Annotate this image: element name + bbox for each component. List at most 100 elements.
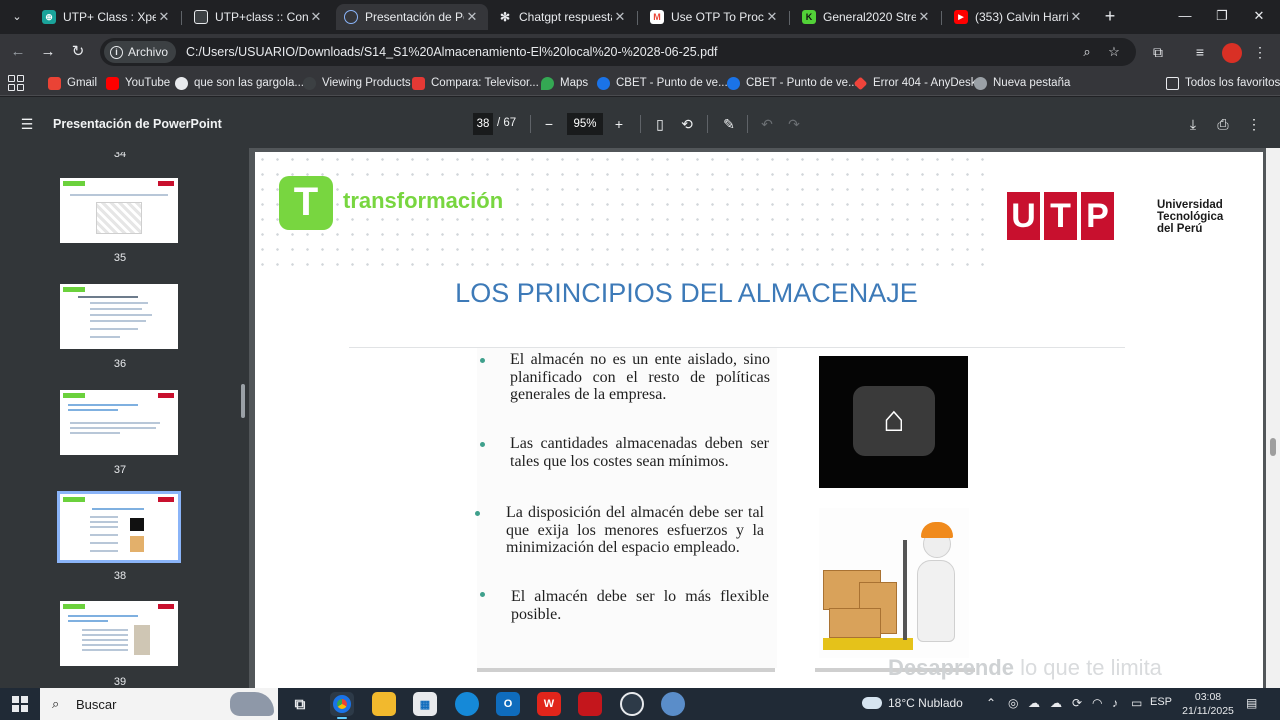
bookmark-gmail[interactable]: Gmail <box>48 75 97 91</box>
close-icon[interactable]: ✕ <box>1068 9 1084 25</box>
tab-gmail-otp[interactable]: M Use OTP To Proceed ✕ <box>642 4 788 30</box>
thumbnail-page-37[interactable] <box>60 390 178 455</box>
tab-general2020[interactable]: K General2020 Stream ✕ <box>794 4 940 30</box>
tray-app-icon[interactable]: ◎ <box>1008 696 1018 710</box>
media-control-icon[interactable]: ≡ <box>1190 42 1210 62</box>
tab-youtube-calvin[interactable]: ▶ (353) Calvin Harris - ✕ <box>946 4 1092 30</box>
tab-utp-contenido[interactable]: UTP+class :: Conteni ✕ <box>186 4 332 30</box>
notifications-icon[interactable]: ▤ <box>1246 696 1257 710</box>
tray-sync-icon[interactable]: ⟳ <box>1072 696 1082 710</box>
tray-chevron-icon[interactable]: ⌃ <box>986 696 996 710</box>
wps-icon[interactable]: W <box>537 692 561 716</box>
forward-button[interactable]: → <box>38 42 58 62</box>
system-clock[interactable]: 03:08 21/11/2025 <box>1176 690 1240 718</box>
bingo-game-icon[interactable] <box>578 692 602 716</box>
youtube-icon: ▶ <box>954 10 968 24</box>
bookmark-label: Todos los favoritos <box>1185 77 1280 89</box>
tab-favicon-icon: ⊕ <box>42 10 56 24</box>
print-icon[interactable]: ⎙ <box>1213 114 1233 134</box>
globe-icon <box>303 76 316 90</box>
download-icon[interactable]: ⤓ <box>1183 114 1203 134</box>
close-icon[interactable]: ✕ <box>156 9 172 25</box>
page-total: / 67 <box>497 117 517 129</box>
language-indicator[interactable]: ESP <box>1150 696 1172 708</box>
bookmark-nueva-pestana[interactable]: Nueva pestaña <box>974 75 1070 91</box>
file-explorer-icon[interactable] <box>372 692 396 716</box>
bookmark-gargolas[interactable]: que son las gargola... <box>175 75 304 91</box>
tab-utp-class[interactable]: ⊕ UTP+ Class : Xpeditio ✕ <box>34 4 180 30</box>
clock-time: 03:08 <box>1194 691 1222 703</box>
page-number-label: 36 <box>113 358 127 370</box>
taskbar-search[interactable]: ⌕ Buscar <box>40 688 278 720</box>
obs-icon[interactable] <box>620 692 644 716</box>
fit-page-icon[interactable]: ▯ <box>650 114 670 134</box>
onedrive-icon[interactable]: ☁ <box>1028 696 1040 710</box>
windows-start-icon[interactable] <box>12 696 28 712</box>
bookmark-label: Maps <box>560 77 589 89</box>
chrome-menu-icon[interactable]: ⋮ <box>1250 42 1270 62</box>
rotate-icon[interactable]: ⟲ <box>677 114 697 134</box>
close-icon[interactable]: ✕ <box>308 9 324 25</box>
edge-icon <box>597 76 610 90</box>
close-icon[interactable]: ✕ <box>916 9 932 25</box>
zoom-icon[interactable]: ⌕ <box>1078 43 1096 61</box>
address-bar[interactable]: i Archivo C:/Users/USUARIO/Downloads/S14… <box>100 38 1136 66</box>
extensions-icon[interactable]: ⧉ <box>1148 42 1168 62</box>
sidebar-menu-icon[interactable]: ☰ <box>17 114 37 134</box>
task-view-icon[interactable]: ⧉ <box>288 692 312 716</box>
new-tab-button[interactable]: + <box>1100 6 1120 26</box>
tab-chatgpt[interactable]: ✻ Chatgpt respuesta a ✕ <box>490 4 636 30</box>
store-icon[interactable]: ▦ <box>413 692 437 716</box>
edge-icon[interactable] <box>455 692 479 716</box>
sidebar-scrollbar[interactable] <box>237 148 249 688</box>
bookmark-cbet-2[interactable]: CBET - Punto de ve... <box>727 75 858 91</box>
apps-grid-icon[interactable] <box>8 75 24 91</box>
zoom-input[interactable]: 95% <box>567 113 603 135</box>
zoom-in-icon[interactable]: + <box>609 114 629 134</box>
outlook-icon[interactable]: O <box>496 692 520 716</box>
kick-icon: K <box>802 10 816 24</box>
bookmark-star-icon[interactable]: ☆ <box>1105 43 1123 61</box>
pdf-viewer: T transformación UTP Universidad Tecnoló… <box>249 148 1280 692</box>
chrome-taskbar-icon[interactable] <box>330 692 354 719</box>
thumbnail-page-38[interactable] <box>57 491 181 563</box>
page-number-input[interactable]: 38 <box>473 113 493 135</box>
bookmark-cbet-1[interactable]: CBET - Punto de ve... <box>597 75 728 91</box>
close-window-button[interactable]: ✕ <box>1244 6 1274 26</box>
maximize-button[interactable]: ❐ <box>1207 6 1237 26</box>
close-icon[interactable]: ✕ <box>612 9 628 25</box>
file-chip[interactable]: i Archivo <box>104 41 177 63</box>
bookmark-youtube[interactable]: YouTube <box>106 75 170 91</box>
wifi-icon[interactable]: ◠ <box>1092 696 1102 710</box>
weather-widget[interactable]: 18°C Nublado <box>862 696 963 710</box>
reload-button[interactable]: ↻ <box>68 42 88 62</box>
undo-icon[interactable]: ↶ <box>757 114 777 134</box>
annotate-pen-icon[interactable]: ✎ <box>719 114 739 134</box>
minimize-button[interactable]: — <box>1170 6 1200 26</box>
url-text[interactable]: C:/Users/USUARIO/Downloads/S14_S1%20Alma… <box>186 45 718 59</box>
tray-cloud-icon[interactable]: ☁ <box>1050 696 1062 710</box>
close-icon[interactable]: ✕ <box>464 9 480 25</box>
clock-date: 21/11/2025 <box>1182 705 1234 717</box>
thumbnail-page-35[interactable] <box>60 178 178 243</box>
bookmark-maps[interactable]: Maps <box>541 75 588 91</box>
bookmark-label: Viewing Products <box>322 77 411 89</box>
bookmark-viewing-products[interactable]: Viewing Products <box>303 75 411 91</box>
close-icon[interactable]: ✕ <box>764 9 780 25</box>
all-bookmarks-folder[interactable]: Todos los favoritos <box>1166 75 1280 91</box>
bookmark-compara[interactable]: Compara: Televisor... <box>412 75 539 91</box>
profile-avatar[interactable] <box>1222 43 1242 63</box>
zoom-out-icon[interactable]: − <box>539 114 559 134</box>
bookmark-anydesk[interactable]: Error 404 - AnyDesk <box>853 75 977 91</box>
back-button[interactable]: ← <box>8 42 28 62</box>
thumbnail-page-36[interactable] <box>60 284 178 349</box>
page-scrollbar[interactable] <box>1266 148 1280 688</box>
battery-icon[interactable]: ▭ <box>1131 696 1142 710</box>
tab-presentacion[interactable]: Presentación de Pow ✕ <box>336 4 488 30</box>
redo-icon[interactable]: ↷ <box>784 114 804 134</box>
volume-icon[interactable]: ♪ <box>1112 696 1118 710</box>
paint-icon[interactable] <box>661 692 685 716</box>
tab-search-icon[interactable]: ⌄ <box>6 7 28 27</box>
thumbnail-page-39[interactable] <box>60 601 178 666</box>
more-options-icon[interactable]: ⋮ <box>1244 114 1264 134</box>
